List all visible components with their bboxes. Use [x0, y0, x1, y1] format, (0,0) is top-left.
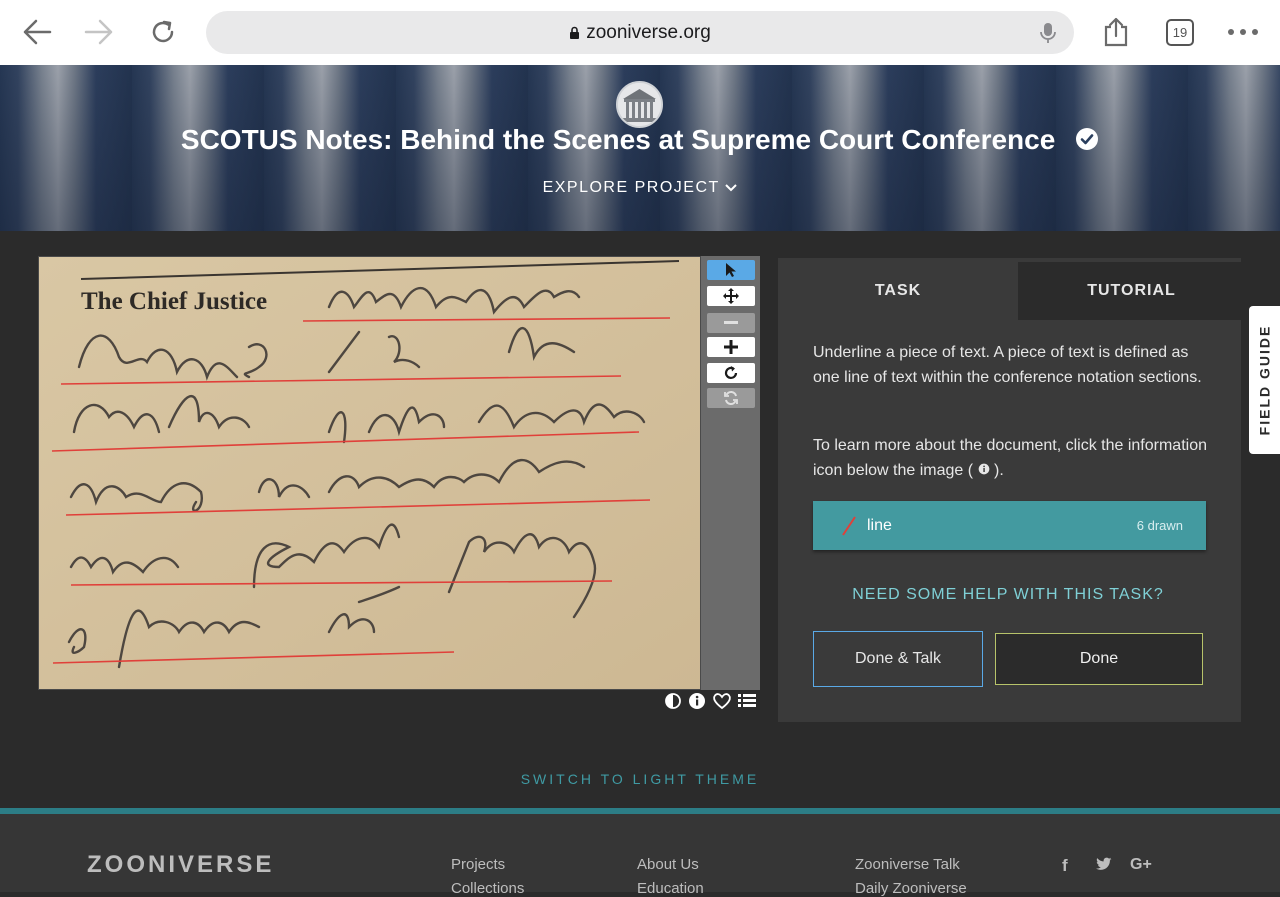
- footer-link-projects[interactable]: Projects: [451, 856, 505, 873]
- info-icon[interactable]: [688, 692, 706, 715]
- task-instruction: Underline a piece of text. A piece of te…: [813, 344, 1202, 386]
- chevron-down-icon: [725, 179, 738, 196]
- project-avatar[interactable]: [616, 81, 663, 128]
- facebook-icon[interactable]: f: [1062, 856, 1068, 876]
- switch-theme-link[interactable]: SWITCH TO LIGHT THEME: [0, 771, 1280, 787]
- project-title[interactable]: SCOTUS Notes: Behind the Scenes at Supre…: [181, 124, 1055, 155]
- forward-arrow-icon[interactable]: [81, 14, 117, 50]
- zooniverse-logo[interactable]: ZOONIVERSE: [87, 851, 274, 879]
- task-info-hint: To learn more about the document, click …: [813, 433, 1213, 483]
- collections-list-icon[interactable]: [738, 692, 756, 715]
- pointer-tool-button[interactable]: [707, 260, 755, 280]
- info-hint-text: To learn more about the document, click …: [813, 437, 1207, 479]
- printed-heading: The Chief Justice: [81, 288, 267, 315]
- done-button[interactable]: Done: [995, 633, 1203, 685]
- image-toolbar: [701, 256, 760, 690]
- subject-image[interactable]: The Chief Justice: [38, 256, 701, 690]
- back-arrow-icon[interactable]: [19, 14, 55, 50]
- footer-link-education[interactable]: Education: [637, 880, 704, 897]
- tabs-icon[interactable]: 19: [1166, 19, 1194, 46]
- footer-link-about[interactable]: About Us: [637, 856, 699, 873]
- field-guide-tab[interactable]: FIELD GUIDE: [1249, 306, 1280, 454]
- task-panel: TASK TUTORIAL Underline a piece of text.…: [778, 258, 1245, 722]
- check-circle-icon: [1075, 126, 1099, 158]
- project-hero: SCOTUS Notes: Behind the Scenes at Supre…: [0, 65, 1280, 231]
- reset-view-button[interactable]: [707, 388, 755, 408]
- tool-count: 6 drawn: [1136, 518, 1183, 533]
- page-title: SCOTUS Notes: Behind the Scenes at Supre…: [0, 124, 1280, 158]
- more-icon[interactable]: [1225, 14, 1261, 50]
- footer-link-daily[interactable]: Daily Zooniverse: [855, 880, 967, 897]
- browser-toolbar: zooniverse.org 19: [0, 0, 1280, 65]
- heart-icon[interactable]: [712, 692, 732, 715]
- lock-icon: [569, 26, 580, 40]
- google-plus-icon[interactable]: G+: [1130, 856, 1152, 874]
- line-tool-button[interactable]: line 6 drawn: [813, 501, 1206, 550]
- twitter-icon[interactable]: [1096, 857, 1112, 876]
- tab-task[interactable]: TASK: [778, 262, 1018, 320]
- explore-project-label: EXPLORE PROJECT: [542, 179, 720, 196]
- url-bar[interactable]: zooniverse.org: [206, 11, 1074, 54]
- tool-label: line: [867, 516, 892, 534]
- url-text: zooniverse.org: [586, 21, 711, 43]
- info-hint-end: ).: [994, 462, 1004, 479]
- done-and-talk-button[interactable]: Done & Talk: [813, 631, 983, 687]
- contrast-icon[interactable]: [664, 692, 682, 715]
- footer: ZOONIVERSE Projects Collections About Us…: [0, 808, 1280, 897]
- footer-link-talk[interactable]: Zooniverse Talk: [855, 856, 960, 873]
- subject-meta-tools: [664, 692, 756, 715]
- reload-icon[interactable]: [145, 14, 181, 50]
- rotate-button[interactable]: [707, 363, 755, 383]
- info-inline-icon: [978, 462, 990, 479]
- tab-tutorial[interactable]: TUTORIAL: [1018, 262, 1245, 320]
- zoom-in-button[interactable]: [707, 337, 755, 357]
- line-tool-icon: [841, 515, 857, 537]
- microphone-icon[interactable]: [1040, 22, 1056, 50]
- explore-project-menu[interactable]: EXPLORE PROJECT: [0, 179, 1280, 197]
- field-guide-label: FIELD GUIDE: [1256, 324, 1273, 436]
- move-tool-button[interactable]: [707, 286, 755, 306]
- need-help-link[interactable]: NEED SOME HELP WITH THIS TASK?: [813, 586, 1203, 604]
- zoom-out-button[interactable]: [707, 313, 755, 333]
- footer-link-collections[interactable]: Collections: [451, 880, 524, 897]
- share-icon[interactable]: [1098, 14, 1134, 50]
